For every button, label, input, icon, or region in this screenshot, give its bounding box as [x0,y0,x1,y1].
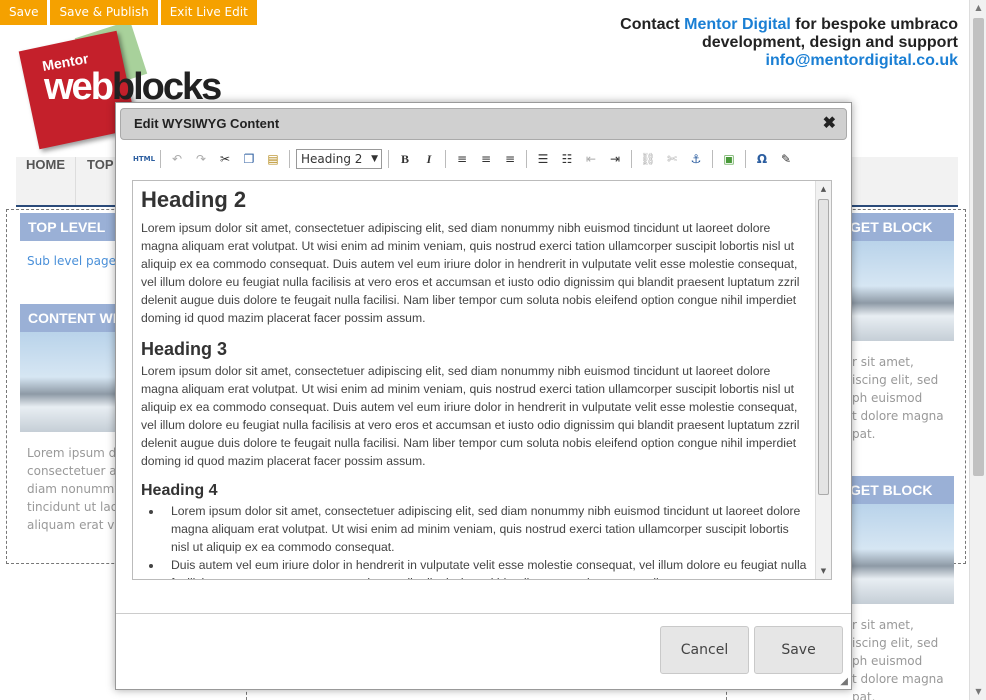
editor-bullet-list: Lorem ipsum dolor sit amet, consectetuer… [163,502,809,579]
bullet-list-icon[interactable]: ☰ [531,148,555,170]
lorem-line: Lorem ipsum do [27,446,124,460]
numbered-list-icon[interactable]: ☷ [555,148,579,170]
dialog-save-button[interactable]: Save [754,626,843,674]
editor-heading-4[interactable]: Heading 4 [141,482,809,500]
lorem-line: aliquam erat vo [27,518,122,532]
scroll-thumb[interactable] [973,18,984,476]
cancel-button[interactable]: Cancel [660,626,749,674]
align-left-icon[interactable]: ≡ [450,148,474,170]
image-icon[interactable]: ▣ [717,148,741,170]
italic-icon[interactable]: I [417,148,441,170]
list-item[interactable]: Duis autem vel eum iriure dolor in hendr… [163,556,809,579]
editor-toolbar: HTML ↶ ↷ ✂ ❐ ▤ Heading 2 ▼ B I ≡ ≡ ≡ ☰ ☷… [132,147,798,171]
sub-level-link[interactable]: Sub level page 1 [27,254,127,268]
anchor-icon[interactable]: ⚓ [684,148,708,170]
lorem-line: ph euismod [852,391,923,405]
macro-icon[interactable]: ✎ [774,148,798,170]
scroll-down-icon[interactable]: ▼ [970,684,986,700]
mountain-image [850,241,954,341]
company-link[interactable]: Mentor Digital [684,16,791,33]
contact-info: Contact Mentor Digital for bespoke umbra… [558,16,958,70]
editor-heading-2[interactable]: Heading 2 [141,187,809,213]
lorem-line: tincidunt ut lao [27,500,119,514]
save-button[interactable]: Save [0,0,48,25]
paste-icon[interactable]: ▤ [261,148,285,170]
email-link[interactable]: info@mentordigital.co.uk [558,52,959,70]
align-center-icon[interactable]: ≡ [474,148,498,170]
right-block-head-1: GET BLOCK [850,213,954,241]
unlink-icon[interactable]: ✄ [660,148,684,170]
lorem-line: t dolore magna [852,672,944,686]
lorem-line: iscing elit, sed [852,373,939,387]
list-item[interactable]: Lorem ipsum dolor sit amet, consectetuer… [163,502,809,556]
lorem-line: consectetuer ad [27,464,125,478]
copy-icon[interactable]: ❐ [237,148,261,170]
lorem-line: r sit amet, [852,355,914,369]
lorem-line: ph euismod [852,654,923,668]
lorem-line: pat. [852,427,876,441]
editor-heading-3[interactable]: Heading 3 [141,339,809,360]
editor-content-area[interactable]: Heading 2 Lorem ipsum dolor sit amet, co… [132,180,832,580]
chevron-down-icon: ▼ [371,154,378,164]
lorem-line: iscing elit, sed [852,636,939,650]
format-select[interactable]: Heading 2 ▼ [296,149,382,169]
scroll-down-icon[interactable]: ▼ [816,567,831,575]
bold-icon[interactable]: B [393,148,417,170]
dialog-title: Edit WYSIWYG Content [134,116,280,131]
right-lorem-text: r sit amet, iscing elit, sed ph euismod t d… [852,616,944,700]
dialog-title-bar: Edit WYSIWYG Content ✖ [120,108,847,140]
lorem-line: r sit amet, [852,618,914,632]
right-block-head-2: GET BLOCK [850,476,954,504]
outdent-icon[interactable]: ⇤ [579,148,603,170]
top-level-block-head[interactable]: TOP LEVEL PA [20,213,120,263]
mountain-image [850,504,954,604]
scroll-thumb[interactable] [818,199,829,495]
align-right-icon[interactable]: ≡ [498,148,522,170]
lorem-line: t dolore magna [852,409,944,423]
special-char-icon[interactable]: Ω [750,148,774,170]
mountain-image [20,332,120,432]
html-source-icon[interactable]: HTML [132,148,156,170]
lorem-line: pat. [852,690,876,700]
editor-paragraph[interactable]: Lorem ipsum dolor sit amet, consectetuer… [141,219,809,327]
save-publish-button[interactable]: Save & Publish [50,0,158,25]
scroll-up-icon[interactable]: ▲ [816,185,831,193]
content-block-head: CONTENT WI [20,304,120,332]
indent-icon[interactable]: ⇥ [603,148,627,170]
editor-paragraph[interactable]: Lorem ipsum dolor sit amet, consectetuer… [141,362,809,470]
page-scrollbar[interactable]: ▲ ▼ [969,0,986,700]
edit-wysiwyg-dialog: Edit WYSIWYG Content ✖ HTML ↶ ↷ ✂ ❐ ▤ He… [115,102,852,690]
dialog-footer-divider [116,613,851,614]
nav-item-home[interactable]: HOME [16,157,76,205]
link-icon[interactable]: ⛓ [636,148,660,170]
resize-handle-icon[interactable]: ◢ [840,676,848,687]
redo-icon[interactable]: ↷ [189,148,213,170]
live-edit-toolbar: Save Save & Publish Exit Live Edit [0,0,257,25]
close-icon[interactable]: ✖ [823,109,836,139]
scroll-up-icon[interactable]: ▲ [970,0,986,16]
editor-scrollbar[interactable]: ▲ ▼ [815,181,831,579]
cut-icon[interactable]: ✂ [213,148,237,170]
undo-icon[interactable]: ↶ [165,148,189,170]
right-lorem-text: r sit amet, iscing elit, sed ph euismod t d… [852,353,944,443]
left-lorem-text: Lorem ipsum do consectetuer ad diam nonumm… [27,444,124,534]
lorem-line: diam nonummy [27,482,122,496]
exit-live-edit-button[interactable]: Exit Live Edit [160,0,257,25]
